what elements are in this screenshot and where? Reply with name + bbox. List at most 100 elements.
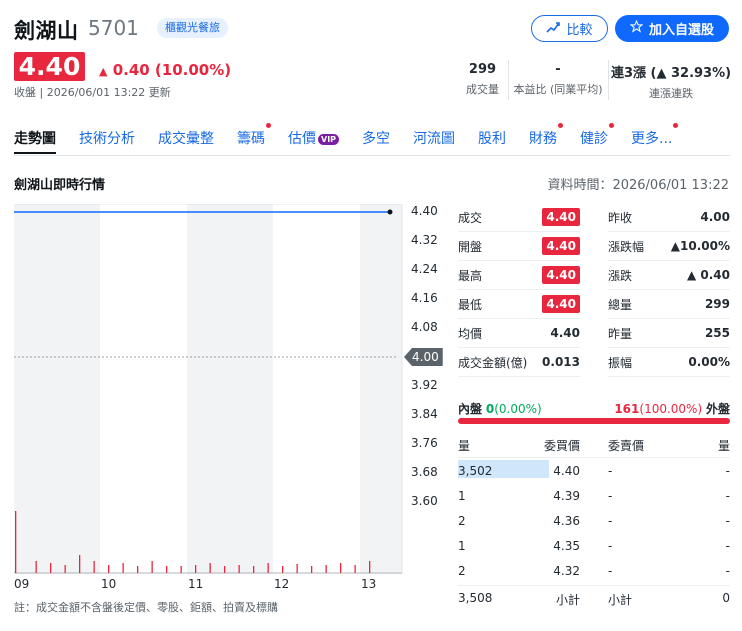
tab-more[interactable]: 更多... (631, 123, 679, 154)
quote-row-prev-volume: 昨量 255 (608, 319, 730, 348)
streak-label: 連漲連跌 (649, 87, 693, 100)
x-tick-label: 09 (14, 577, 30, 591)
y-tick-label: 3.92 (411, 378, 438, 392)
quote-row-open: 開盤 4.40 (458, 232, 580, 261)
bid-price: 4.36 (553, 513, 580, 528)
close-info: 收盤 | 2026/06/01 13:22 更新 (14, 86, 171, 99)
divider (608, 60, 609, 100)
quote-label: 最高 (458, 268, 483, 283)
hour-band (14, 204, 100, 574)
compare-button[interactable]: 比較 (531, 15, 608, 42)
outer-pct: (100.00%) (639, 402, 703, 416)
volume-bar (151, 561, 153, 573)
tab-chips[interactable]: 籌碼 (237, 123, 271, 154)
tab-chips-label: 籌碼 (237, 131, 265, 147)
volume-bar (50, 563, 52, 573)
quote-label: 最低 (458, 297, 483, 312)
volume-bar (311, 566, 313, 573)
tab-valuation[interactable]: 估價 VIP (288, 128, 340, 154)
tab-chart[interactable]: 走勢圖 (14, 128, 56, 154)
notification-dot (673, 123, 679, 128)
footnote: 註：成交金額不含盤後定價、零股、鉅額、拍賣及標購 (14, 601, 278, 614)
tab-dividend[interactable]: 股利 (478, 128, 506, 154)
volume-bar (296, 564, 298, 573)
ask-price-header: 委賣價 (608, 439, 645, 453)
quote-value: 4.40 (542, 295, 580, 313)
volume-bar (195, 565, 197, 573)
volume-bar (340, 563, 342, 573)
inner-outer-ratio-bar (458, 418, 730, 424)
volume-bar (93, 561, 95, 573)
y-tick-label: 4.40 (411, 204, 438, 218)
ask-price: - (608, 538, 613, 553)
quote-row-amount: 成交金額(億) 0.013 (458, 348, 580, 377)
quote-label: 振幅 (608, 355, 633, 370)
quote-label: 昨量 (608, 326, 633, 341)
ask-qty: - (725, 463, 730, 478)
tab-technical[interactable]: 技術分析 (79, 128, 135, 154)
stock-name: 劍湖山 (14, 19, 79, 43)
volume-bar (282, 566, 284, 573)
vip-badge: VIP (318, 133, 340, 145)
ask-price: - (608, 563, 613, 578)
x-tick-label: 13 (361, 577, 377, 591)
quote-row-avg: 均價 4.40 (458, 319, 580, 348)
hour-band (187, 204, 273, 574)
industry-tag[interactable]: 櫃觀光餐旅 (157, 18, 228, 38)
tab-health-check[interactable]: 健診 (580, 123, 615, 154)
quote-row-change: 漲跌 ▲ 0.40 (608, 261, 730, 290)
quote-value: 4.00 (700, 210, 730, 224)
notification-dot (558, 123, 564, 128)
y-tick-label: 3.76 (411, 436, 438, 450)
quote-label: 總量 (608, 297, 633, 312)
quote-value: 4.40 (542, 266, 580, 284)
bid-price: 4.32 (553, 563, 580, 578)
ask-subtotal-label: 小計 (608, 592, 633, 607)
volume-bar (166, 566, 168, 573)
order-book-totals: 3,508 小計 小計 0 (458, 585, 730, 612)
add-watchlist-button[interactable]: 加入自選股 (615, 15, 729, 42)
ask-qty-header: 量 (717, 439, 730, 453)
quote-value: 4.40 (550, 326, 580, 340)
intraday-chart[interactable] (14, 204, 404, 574)
ask-qty: - (725, 488, 730, 503)
bid-price-header: 委買價 (543, 439, 580, 453)
inner-pct: (0.00%) (494, 402, 542, 416)
bid-qty: 2 (458, 563, 466, 578)
outer-volume: 161(100.00%) 外盤 (614, 400, 730, 417)
volume-bar (354, 565, 356, 573)
order-book-row: 1 4.35 - - (458, 533, 730, 558)
tab-health-check-label: 健診 (580, 131, 609, 147)
bid-price: 4.35 (553, 538, 580, 553)
quote-label: 均價 (458, 326, 483, 341)
order-book-rows: 3,502 4.40 - - 1 4.39 - - 2 4.36 - - 1 4.35 - - 2 4.32 - - (458, 458, 730, 583)
ask-price: - (608, 463, 613, 478)
tab-financials[interactable]: 財務 (529, 123, 564, 154)
tab-bull-bear[interactable]: 多空 (362, 128, 390, 154)
volume-stat: 299 成交量 (455, 62, 510, 97)
y-tick-label: 3.60 (411, 494, 438, 508)
volume-bar (180, 566, 182, 573)
data-time: 資料時間：2026/06/01 13:22 (547, 178, 729, 193)
quote-label: 成交 (458, 210, 483, 225)
order-book-row: 2 4.36 - - (458, 508, 730, 533)
ask-total: 0 (722, 590, 730, 605)
quote-row-total-volume: 總量 299 (608, 290, 730, 319)
tab-trade-summary[interactable]: 成交彙整 (158, 128, 214, 154)
ask-price: - (608, 488, 613, 503)
order-book: 量 委買價 委賣價 量 3,502 4.40 - - 1 4.39 - - 2 4.36 - - 1 4.… (458, 434, 730, 612)
y-tick-label: 4.24 (411, 262, 438, 276)
ask-price: - (608, 513, 613, 528)
volume-bar (238, 565, 240, 573)
quote-value: 0.00% (688, 355, 730, 369)
inner-volume: 內盤 0(0.00%) (458, 400, 542, 417)
volume-bar (224, 566, 226, 573)
quote-label: 昨收 (608, 210, 633, 225)
outer-label: 外盤 (705, 402, 730, 416)
tab-river-chart[interactable]: 河流圖 (413, 128, 455, 154)
quote-label: 成交金額(億) (458, 355, 528, 370)
y-tick-label: 3.68 (411, 465, 438, 479)
reference-price-label: 4.00 (404, 348, 443, 366)
tab-bar: 走勢圖 技術分析 成交彙整 籌碼 估價 VIP 多空 河流圖 股利 財務 健診 更… (14, 123, 695, 154)
volume-bar (209, 563, 211, 573)
